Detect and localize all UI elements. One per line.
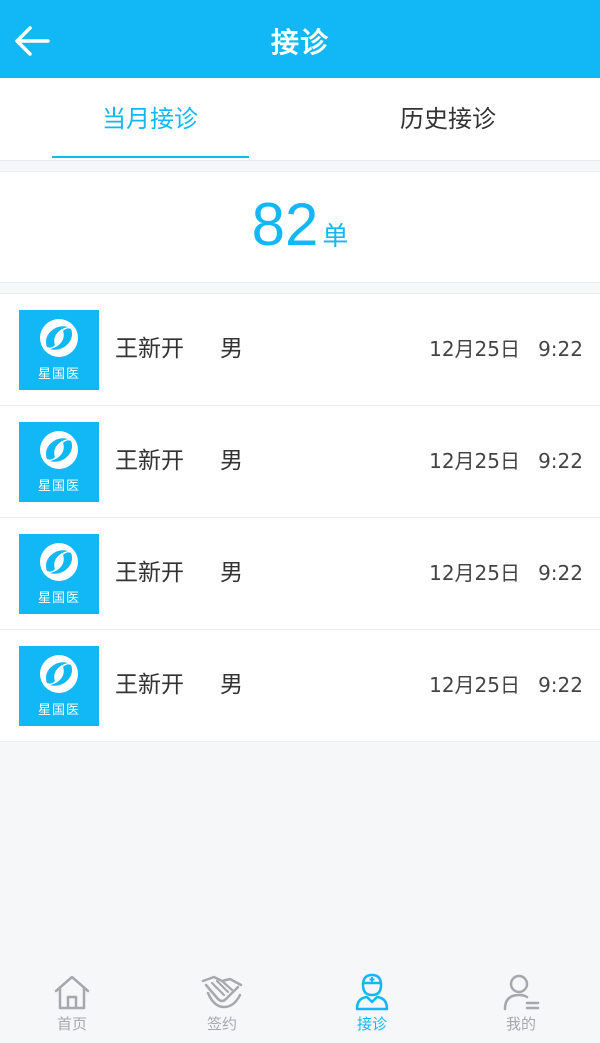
header-bar: 接诊 [0, 0, 600, 78]
patient-gender: 男 [220, 560, 243, 586]
tab-bar: 当月接诊 历史接诊 [0, 78, 600, 161]
avatar: 星国医 [19, 534, 99, 614]
handshake-icon [201, 975, 243, 1009]
tab-current-month[interactable]: 当月接诊 [0, 78, 300, 160]
visit-date: 12月25日 [429, 337, 520, 361]
visit-date: 12月25日 [429, 673, 520, 697]
list-item[interactable]: 星国医 王新开 男 12月25日 9:22 [0, 518, 600, 630]
list-item[interactable]: 星国医 王新开 男 12月25日 9:22 [0, 294, 600, 406]
visit-count: 82 [251, 191, 319, 258]
avatar-label: 星国医 [37, 591, 80, 606]
user-icon [503, 974, 540, 1011]
avatar: 星国医 [19, 310, 99, 390]
patient-gender: 男 [220, 448, 243, 474]
bottom-navigation: 首页 签约 接诊 我的 [0, 953, 600, 1043]
nav-visit-label: 接诊 [356, 1015, 387, 1033]
avatar-label: 星国医 [37, 367, 80, 382]
nav-home[interactable]: 首页 [22, 973, 122, 1038]
nav-mine-label: 我的 [505, 1015, 536, 1033]
visit-time: 9:22 [538, 449, 583, 473]
visit-count-panel: 82 单 [0, 171, 600, 283]
nav-sign-label: 签约 [206, 1015, 237, 1033]
nav-sign[interactable]: 签约 [172, 973, 272, 1038]
patient-name: 王新开 [115, 672, 184, 698]
logo-icon [40, 655, 78, 693]
patient-gender: 男 [220, 336, 243, 362]
list-item[interactable]: 星国医 王新开 男 12月25日 9:22 [0, 406, 600, 518]
nav-visit[interactable]: 接诊 [322, 973, 422, 1038]
patient-name: 王新开 [115, 560, 184, 586]
logo-icon [40, 431, 78, 469]
avatar: 星国医 [19, 422, 99, 502]
nav-mine[interactable]: 我的 [471, 973, 571, 1038]
visit-time: 9:22 [538, 337, 583, 361]
visit-list: 星国医 王新开 男 12月25日 9:22 星国医 王新开 男 12月25日 9… [0, 293, 600, 742]
visit-time: 9:22 [538, 561, 583, 585]
active-tab-indicator [52, 156, 249, 158]
patient-name: 王新开 [115, 336, 184, 362]
home-icon [54, 975, 90, 1010]
page-title: 接诊 [270, 26, 329, 59]
avatar-label: 星国医 [37, 479, 80, 494]
patient-name: 王新开 [115, 448, 184, 474]
tab-history[interactable]: 历史接诊 [298, 78, 598, 160]
logo-icon [40, 319, 78, 357]
list-item[interactable]: 星国医 王新开 男 12月25日 9:22 [0, 630, 600, 742]
visit-time: 9:22 [538, 673, 583, 697]
logo-icon [40, 543, 78, 581]
visit-date: 12月25日 [429, 449, 520, 473]
doctor-icon [355, 973, 389, 1011]
avatar-label: 星国医 [37, 703, 80, 718]
avatar: 星国医 [19, 646, 99, 726]
patient-gender: 男 [220, 672, 243, 698]
page: 接诊 当月接诊 历史接诊 82单 星国医 王新开 男 12月25日 9:22 [0, 0, 600, 1043]
visit-count-unit: 单 [322, 222, 349, 252]
visit-date: 12月25日 [429, 561, 520, 585]
nav-home-label: 首页 [56, 1015, 87, 1033]
